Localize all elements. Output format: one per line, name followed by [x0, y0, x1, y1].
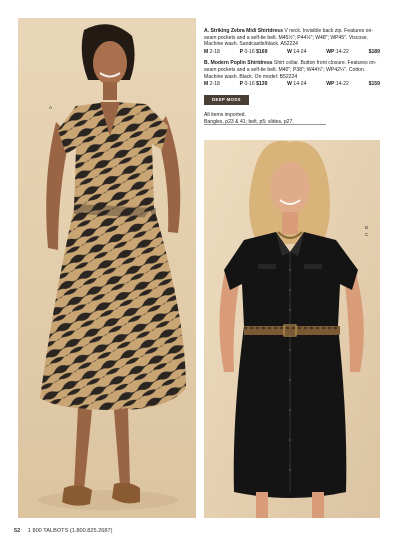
item-a-size-range: 0-16 [244, 48, 255, 55]
item-b-title: B. Modern Poplin Shirtdress [204, 60, 273, 67]
ref-label-a: A [49, 105, 53, 110]
item-a-size-code: M [204, 48, 209, 55]
item-a-block: A. Striking Zebra Midi Shirtdress V neck… [204, 28, 380, 55]
item-a-price: $169 [256, 48, 268, 55]
item-b-size-range: 14-24 [293, 81, 307, 88]
color-swatch-badge: DEEP MOSS [204, 94, 249, 106]
footer-phone: 1 800 TALBOTS (1.800.825.2687) [27, 528, 113, 534]
item-a-size-range: 2-18 [209, 48, 220, 55]
item-b-price: $159 [368, 81, 380, 88]
item-b-size-range: 0-16 [244, 81, 255, 88]
ref-label-b: B [365, 225, 369, 230]
page-number: 52 [14, 528, 21, 534]
item-b-block: B. Modern Poplin Shirtdress Shirt collar… [204, 60, 380, 87]
item-a-size-code: P [239, 48, 244, 55]
item-a-price: $189 [368, 48, 380, 55]
item-a-size-code: W [287, 48, 292, 55]
ref-label-c: C [365, 232, 369, 237]
black-shirtdress-model-illustration [204, 140, 380, 518]
page-footer: 52 1 800 TALBOTS (1.800.825.2687) [14, 528, 112, 534]
item-a-size-code: WP [326, 48, 335, 55]
item-a-title: A. Striking Zebra Midi Shirtdress [204, 28, 283, 34]
item-b-size-range: 2-18 [209, 81, 220, 88]
item-a-size-range: 14-22 [335, 48, 349, 55]
item-b-price: $139 [256, 81, 268, 88]
photo-zebra-dress [18, 18, 196, 518]
product-copy: A. Striking Zebra Midi Shirtdress V neck… [204, 28, 380, 125]
item-b-size-code: WP [326, 81, 335, 88]
zebra-dress-model-illustration [18, 18, 196, 518]
item-b-size-code: P [239, 81, 244, 88]
accessories-note: Bangles, p23 & 41; belt, p5; slides, p27… [204, 119, 294, 125]
item-a-size-range: 14-24 [293, 48, 307, 55]
item-b-size-code: M [204, 81, 209, 88]
item-b-size-code: W [287, 81, 292, 88]
photo-black-shirtdress [204, 140, 380, 518]
item-b-size-range: 14-22 [335, 81, 349, 88]
item-a-sizes: M 2-18 P 0-16 $169 W 14-24 WP 14-22 $189 [204, 49, 380, 56]
item-b-sizes: M 2-18 P 0-16 $139 W 14-24 WP 14-22 $159 [204, 81, 380, 88]
